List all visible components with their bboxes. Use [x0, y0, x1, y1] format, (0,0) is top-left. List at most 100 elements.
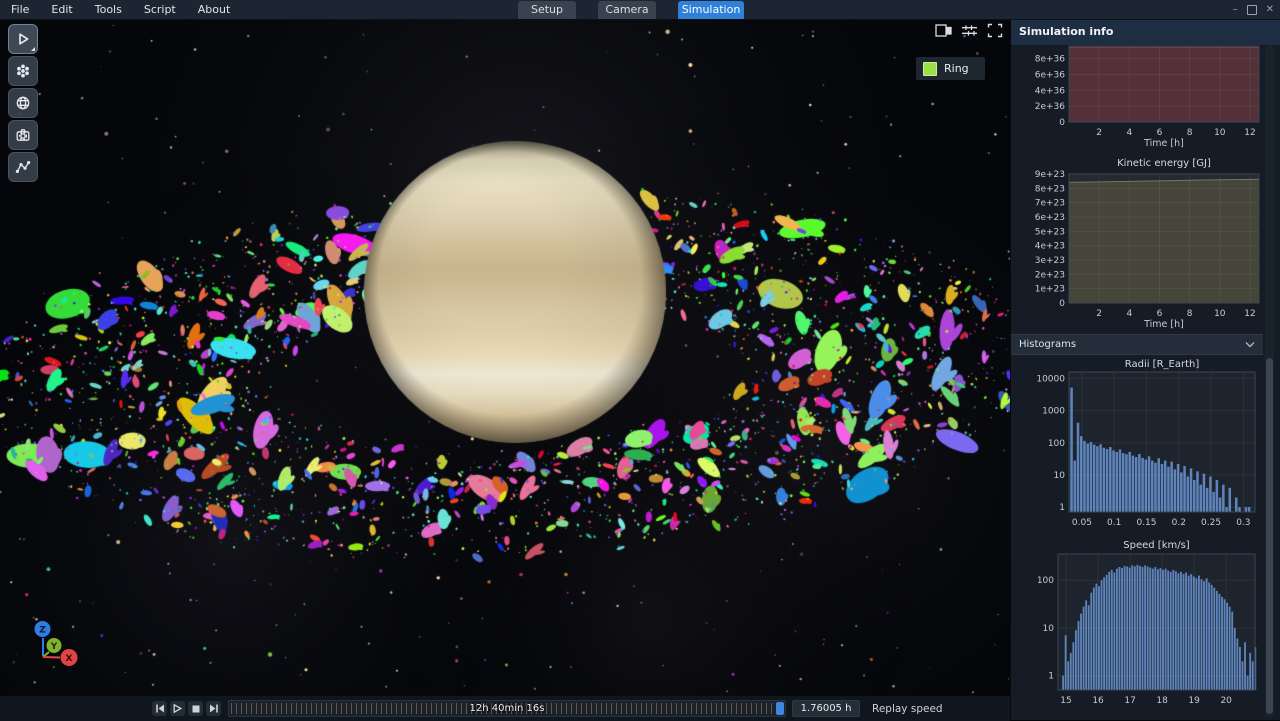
ring-color-swatch [923, 62, 937, 76]
histograms-title: Histograms [1011, 339, 1245, 350]
chart-speed-histogram: 1 10 100 15 16 17 18 19 20 Speed [km/s] [1011, 536, 1263, 712]
svg-text:0.1: 0.1 [1107, 518, 1121, 528]
svg-text:0: 0 [1059, 118, 1065, 128]
tool-camera-settings-button[interactable] [8, 120, 38, 150]
svg-text:0.05: 0.05 [1072, 518, 1092, 528]
fullscreen-icon[interactable] [986, 22, 1004, 38]
chart-area-top: 02e+364e+366e+368e+3624681012Time [h] [1011, 45, 1263, 149]
svg-text:18: 18 [1156, 696, 1168, 706]
svg-text:10000: 10000 [1036, 374, 1065, 384]
close-button[interactable]: ✕ [1266, 0, 1274, 19]
svg-text:6e+36: 6e+36 [1035, 71, 1066, 81]
svg-text:6: 6 [1157, 309, 1163, 319]
tab-simulation[interactable]: Simulation [678, 1, 744, 19]
tool-world-button[interactable] [8, 88, 38, 118]
svg-text:8: 8 [1187, 128, 1193, 138]
svg-text:12: 12 [1244, 309, 1255, 319]
skip-to-start-button[interactable] [152, 701, 167, 716]
replay-speed-value[interactable]: 1.76005 h [792, 700, 860, 717]
transport-bar: 12h 40min 16s 1.76005 h Replay speed [0, 695, 1010, 721]
panel-header: Simulation info [1011, 19, 1280, 46]
legend-ring[interactable]: Ring [916, 57, 985, 80]
svg-text:Radii [R_Earth]: Radii [R_Earth] [1125, 359, 1200, 370]
svg-text:Kinetic energy [GJ]: Kinetic energy [GJ] [1117, 158, 1211, 169]
svg-text:Time [h]: Time [h] [1143, 138, 1184, 149]
replay-speed-label: Replay speed [872, 696, 943, 721]
svg-text:100: 100 [1037, 576, 1054, 586]
svg-text:0.15: 0.15 [1136, 518, 1156, 528]
svg-text:10: 10 [1214, 128, 1226, 138]
split-view-icon[interactable] [934, 22, 952, 38]
svg-text:0.2: 0.2 [1172, 518, 1186, 528]
svg-text:4e+36: 4e+36 [1035, 86, 1066, 96]
svg-text:2: 2 [1096, 309, 1102, 319]
svg-text:12: 12 [1244, 128, 1255, 138]
minimize-button[interactable]: – [1233, 0, 1238, 19]
menu-edit[interactable]: Edit [40, 0, 83, 19]
timeline-handle[interactable] [776, 702, 784, 715]
menu-script[interactable]: Script [133, 0, 187, 19]
menu-tools[interactable]: Tools [84, 0, 133, 19]
menubar: File Edit Tools Script About Setup Camer… [0, 0, 1280, 20]
svg-text:Speed [km/s]: Speed [km/s] [1123, 540, 1190, 551]
svg-text:1e+23: 1e+23 [1035, 285, 1065, 295]
svg-text:0: 0 [1059, 299, 1065, 309]
tool-particles-button[interactable] [8, 56, 38, 86]
tab-setup[interactable]: Setup [518, 1, 576, 19]
panel-scrollbar-thumb[interactable] [1266, 358, 1273, 714]
svg-text:20: 20 [1220, 696, 1232, 706]
svg-text:19: 19 [1188, 696, 1200, 706]
skip-to-end-button[interactable] [206, 701, 221, 716]
globe-icon [15, 95, 31, 111]
tool-play-button[interactable] [8, 24, 38, 54]
axis-z-label: Z [39, 626, 46, 636]
tool-node-graph-button[interactable] [8, 152, 38, 182]
svg-text:100: 100 [1048, 439, 1065, 449]
timeline-slider[interactable]: 12h 40min 16s [228, 700, 786, 717]
svg-text:8e+23: 8e+23 [1035, 184, 1065, 194]
legend-label: Ring [944, 62, 969, 75]
window-controls: – ✕ [1233, 0, 1274, 19]
svg-text:8: 8 [1187, 309, 1193, 319]
svg-text:15: 15 [1060, 696, 1071, 706]
current-time-label: 12h 40min 16s [229, 701, 785, 716]
stop-button[interactable] [188, 701, 203, 716]
camera-gear-icon [15, 127, 31, 143]
chevron-down-icon [1245, 341, 1255, 348]
svg-text:0.3: 0.3 [1236, 518, 1250, 528]
svg-text:1000: 1000 [1042, 407, 1065, 417]
svg-text:16: 16 [1092, 696, 1104, 706]
svg-text:1: 1 [1059, 503, 1065, 513]
svg-text:8e+36: 8e+36 [1035, 55, 1066, 65]
svg-text:0.25: 0.25 [1201, 518, 1221, 528]
play-icon [15, 31, 31, 47]
play-button[interactable] [170, 701, 185, 716]
svg-text:10: 10 [1043, 624, 1055, 634]
svg-text:6: 6 [1157, 128, 1163, 138]
svg-text:2e+23: 2e+23 [1035, 270, 1065, 280]
svg-text:4: 4 [1126, 309, 1132, 319]
svg-text:1: 1 [1048, 672, 1054, 682]
menu-file[interactable]: File [0, 0, 40, 19]
svg-text:6e+23: 6e+23 [1035, 213, 1065, 223]
histograms-section-header[interactable]: Histograms [1011, 334, 1263, 355]
svg-text:7e+23: 7e+23 [1035, 199, 1065, 209]
maximize-button[interactable] [1247, 5, 1257, 15]
svg-text:17: 17 [1124, 696, 1135, 706]
svg-text:3e+23: 3e+23 [1035, 256, 1065, 266]
svg-text:2e+36: 2e+36 [1035, 102, 1066, 112]
menu-about[interactable]: About [187, 0, 242, 19]
axis-gizmo[interactable]: Z Y X [18, 612, 118, 698]
adjust-sliders-icon[interactable] [960, 22, 978, 38]
viewport-3d[interactable] [0, 19, 1010, 695]
chart-kinetic-energy: 01e+232e+233e+234e+235e+236e+237e+238e+2… [1011, 154, 1263, 330]
axis-x-label: X [66, 654, 73, 664]
axis-y-label: Y [50, 642, 58, 652]
svg-text:10: 10 [1214, 309, 1226, 319]
svg-text:10: 10 [1054, 471, 1066, 481]
node-graph-icon [15, 159, 31, 175]
panel-scrollbar[interactable] [1265, 45, 1274, 718]
svg-text:2: 2 [1096, 128, 1102, 138]
tab-camera[interactable]: Camera [598, 1, 656, 19]
svg-text:9e+23: 9e+23 [1035, 170, 1065, 180]
